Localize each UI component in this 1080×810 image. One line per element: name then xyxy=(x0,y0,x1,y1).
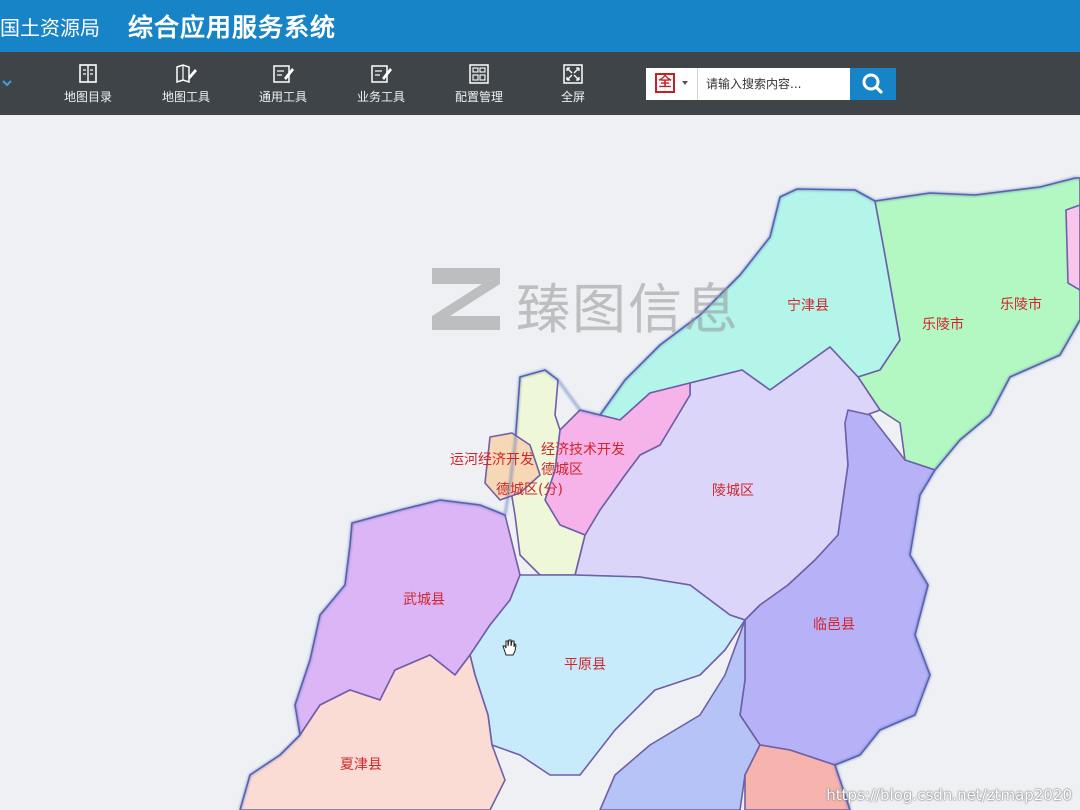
map-view[interactable]: 宁津县 乐陵市 乐陵市 陵城区 运河经济开发 经济技术开发 德城区 德城区(分)… xyxy=(0,115,1080,810)
scope-all-icon: 全 xyxy=(655,73,675,93)
toolbar-button-config[interactable]: 配置管理 xyxy=(444,64,514,110)
system-title: 综合应用服务系统 xyxy=(128,13,337,42)
toolbar-button-fullscreen[interactable]: 全屏 xyxy=(538,64,608,110)
edit-doc-icon xyxy=(371,65,392,83)
toolbar-label: 地图目录 xyxy=(63,90,112,104)
main-toolbar: 地图目录 地图工具 通用工具 业务工具 配置管理 全屏 xyxy=(0,52,1080,115)
label-yunhe: 运河经济开发 xyxy=(450,452,534,468)
book-icon xyxy=(79,64,97,83)
label-jingji: 经济技术开发 xyxy=(541,442,625,458)
edit-doc-icon xyxy=(273,65,294,83)
toolbar-button-business-tools[interactable]: 业务工具 xyxy=(346,64,416,110)
toolbar-label: 通用工具 xyxy=(258,90,307,104)
label-wucheng: 武城县 xyxy=(403,592,445,608)
label-linyi: 临邑县 xyxy=(813,617,855,633)
watermark-text: 臻图信息 xyxy=(516,278,740,341)
search-button[interactable] xyxy=(850,68,896,100)
label-xiajin: 夏津县 xyxy=(340,757,382,773)
search-scope-dropdown[interactable]: 全 xyxy=(646,68,698,100)
toolbar-button-map-catalog[interactable]: 地图目录 xyxy=(53,64,123,110)
label-decheng-part: 德城区(分) xyxy=(496,482,563,498)
org-name: 国土资源局 xyxy=(0,16,100,40)
label-pingyuan: 平原县 xyxy=(564,657,606,673)
config-icon xyxy=(469,64,489,84)
toolbar-label: 配置管理 xyxy=(454,90,503,104)
map-edit-icon xyxy=(176,64,197,84)
title-bar: 国土资源局 综合应用服务系统 xyxy=(0,0,1080,52)
toolbar-label: 业务工具 xyxy=(356,90,405,104)
toolbar-button-map-tools[interactable]: 地图工具 xyxy=(151,64,221,110)
region-edge-pink xyxy=(1065,204,1080,291)
label-laoling: 乐陵市 xyxy=(922,316,964,333)
caret-down-icon xyxy=(682,81,688,85)
toolbar-label: 地图工具 xyxy=(161,90,210,104)
label-laoling-2: 乐陵市 xyxy=(1000,296,1042,313)
fullscreen-icon xyxy=(563,64,583,84)
toolbar-label: 全屏 xyxy=(560,90,585,104)
credit-watermark: https://blog.csdn.net/ztmap2020 xyxy=(826,786,1072,804)
hand-cursor-icon xyxy=(502,639,517,656)
search-icon xyxy=(862,73,883,94)
label-lingcheng: 陵城区 xyxy=(712,483,754,499)
watermark-logo-icon xyxy=(432,268,500,330)
search-input[interactable] xyxy=(698,68,850,100)
toolbar-button-general-tools[interactable]: 通用工具 xyxy=(248,64,318,110)
label-ningjin: 宁津县 xyxy=(787,297,829,314)
chevron-down-icon[interactable] xyxy=(0,74,14,92)
map-canvas[interactable]: 宁津县 乐陵市 乐陵市 陵城区 运河经济开发 经济技术开发 德城区 德城区(分)… xyxy=(0,115,1080,810)
label-decheng: 德城区 xyxy=(541,462,583,478)
